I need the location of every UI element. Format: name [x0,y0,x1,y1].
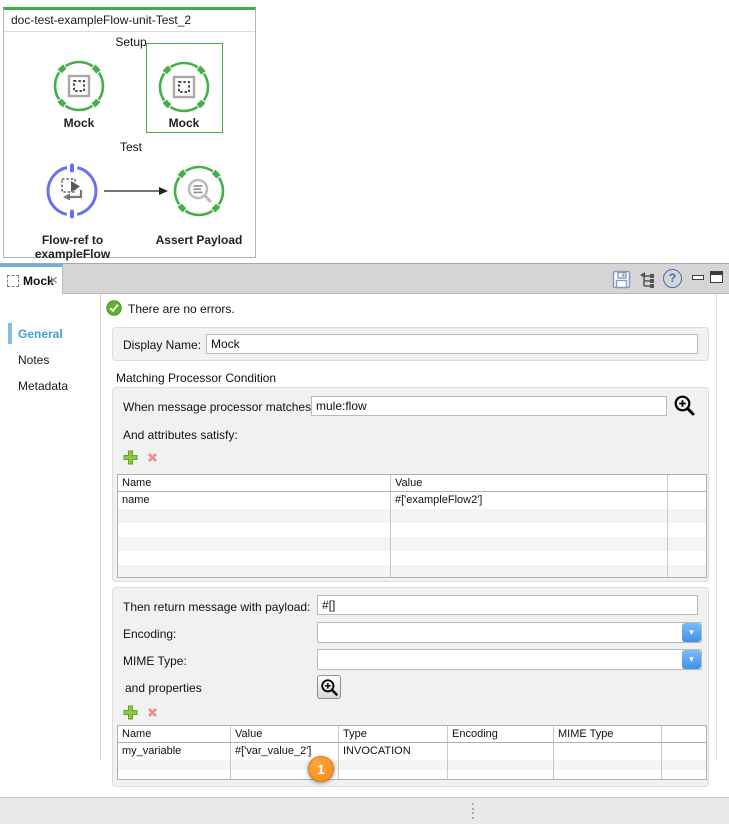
flowref-node-label: Flow-ref to exampleFlow [16,233,129,261]
cell-mime[interactable] [554,743,662,760]
zoom-search-icon[interactable] [673,394,696,417]
sidebar-item-general[interactable]: General [18,327,63,341]
empty-row [118,523,706,537]
mime-combo[interactable]: ▾ [317,649,702,670]
no-errors-check-icon [106,300,122,316]
assert-payload-icon [171,163,227,219]
table-header-row: Name Value [118,475,706,492]
section-title: Matching Processor Condition [116,371,276,385]
add-row-icon[interactable] [123,705,138,720]
sidebar-divider [100,294,101,760]
chevron-down-icon[interactable]: ▾ [682,623,701,642]
sidebar-item-metadata[interactable]: Metadata [18,379,68,393]
matching-condition-group: When message processor matches: And attr… [112,387,709,582]
col-encoding[interactable]: Encoding [448,726,554,742]
hierarchy-tree-icon[interactable] [638,270,657,289]
attributes-table: Name Value name #['exampleFlow2'] [117,474,707,578]
properties-view: Mock ✕ ? General Notes [0,263,729,797]
cell-value[interactable]: #['exampleFlow2'] [391,492,668,509]
connector-arrow [104,186,168,196]
minimize-icon[interactable] [692,275,704,280]
payload-input[interactable] [317,595,698,615]
sash-grip-handle[interactable] [472,803,475,819]
mock2-node-label: Mock [156,116,212,130]
cell-encoding[interactable] [448,743,554,760]
add-row-icon[interactable] [123,450,138,465]
encoding-label: Encoding: [123,627,176,641]
flow-ref-icon [44,163,100,219]
col-value[interactable]: Value [231,726,339,742]
mock-icon [51,58,107,114]
flow-title: doc-test-exampleFlow-unit-Test_2 [11,13,191,27]
flowref-node-icon[interactable] [44,163,100,219]
mock-tab-icon [7,275,19,287]
tab-close-icon[interactable]: ✕ [49,274,58,287]
attributes-label: And attributes satisfy: [123,428,238,442]
payload-label: Then return message with payload: [123,600,310,614]
cell-extra [668,492,706,509]
col-extra [662,726,706,742]
delete-row-icon[interactable] [146,706,159,719]
col-name[interactable]: Name [118,726,231,742]
empty-row [118,537,706,551]
table-row[interactable]: my_variable #['var_value_2'] INVOCATION [118,743,706,760]
tab-bar: Mock ✕ ? [0,263,729,294]
mock2-node-icon[interactable] [156,59,212,115]
properties-table: Name Value Type Encoding MIME Type my_va… [117,725,707,780]
annotation-badge: 1 [308,756,334,782]
display-name-group: Display Name: [112,327,709,361]
status-bar [0,797,729,824]
flow-diagram: doc-test-exampleFlow-unit-Test_2 Setup M… [3,7,256,258]
matches-input[interactable] [311,396,667,416]
table-header-row: Name Value Type Encoding MIME Type [118,726,706,743]
encoding-combo[interactable]: ▾ [317,622,702,643]
col-type[interactable]: Type [339,726,448,742]
chevron-down-icon[interactable]: ▾ [682,650,701,669]
display-name-label: Display Name: [123,338,201,352]
assert-payload-node-icon[interactable] [171,163,227,219]
properties-label: and properties [125,681,202,695]
empty-row [118,770,706,779]
cell-extra [662,743,706,760]
sidebar-item-notes[interactable]: Notes [18,353,49,367]
matches-label: When message processor matches: [123,400,314,414]
empty-row [118,760,706,770]
status-message: There are no errors. [128,302,235,316]
cell-type[interactable]: INVOCATION [339,743,448,760]
empty-row [118,551,706,565]
empty-row [118,509,706,523]
col-extra [668,475,706,491]
mock1-node-label: Mock [51,116,107,130]
active-item-accent [8,323,12,344]
cell-name[interactable]: name [118,492,391,509]
return-message-group: Then return message with payload: Encodi… [112,587,709,787]
mime-label: MIME Type: [123,654,187,668]
content-right-edge [716,294,717,760]
cell-name[interactable]: my_variable [118,743,231,760]
col-mime[interactable]: MIME Type [554,726,662,742]
col-name[interactable]: Name [118,475,391,491]
empty-row [118,565,706,577]
properties-zoom-button[interactable] [317,675,341,699]
assert-node-label: Assert Payload [149,233,249,247]
save-icon[interactable] [612,270,631,289]
properties-content: General Notes Metadata There are no erro… [0,294,729,765]
maximize-icon[interactable] [710,271,723,283]
divider [4,31,255,32]
help-icon[interactable]: ? [663,269,682,288]
test-group-label: Test [91,140,171,154]
table-row[interactable]: name #['exampleFlow2'] [118,492,706,509]
display-name-input[interactable] [206,334,698,354]
col-value[interactable]: Value [391,475,668,491]
tab-mock[interactable]: Mock ✕ [0,264,63,295]
mock1-node-icon[interactable] [51,58,107,114]
mock-icon [156,59,212,115]
zoom-search-icon [320,678,339,697]
delete-row-icon[interactable] [146,451,159,464]
